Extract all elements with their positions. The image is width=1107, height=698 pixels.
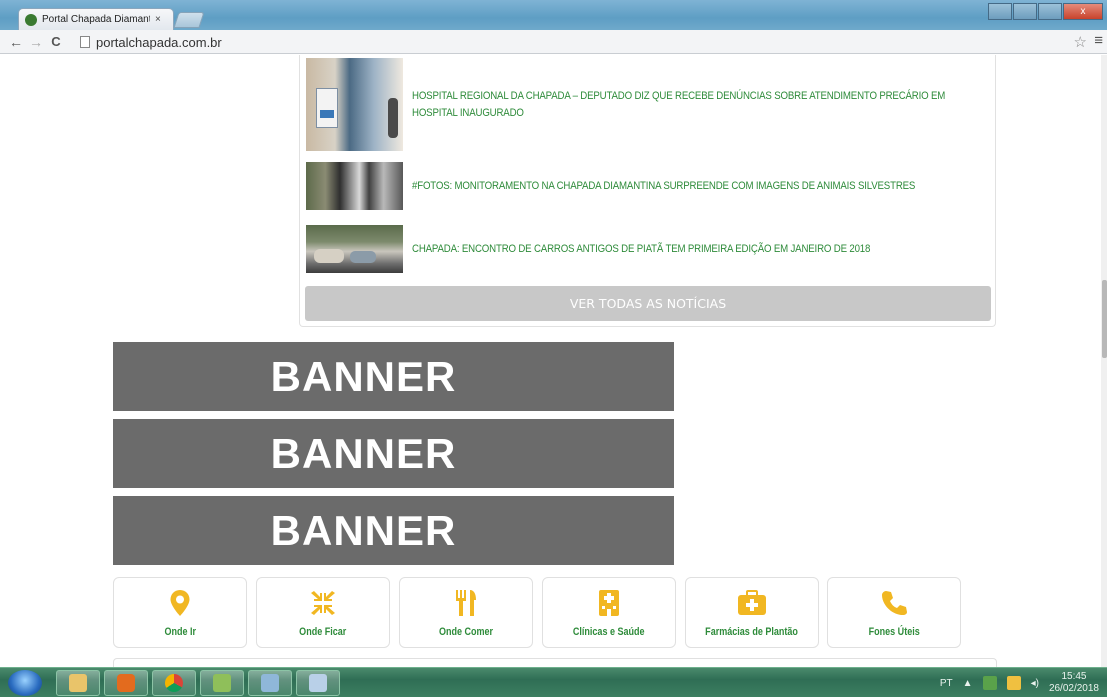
clock-time: 15:45 [1061, 671, 1087, 682]
hospital-building-icon [594, 588, 624, 618]
url-text[interactable]: portalchapada.com.br [96, 35, 222, 50]
next-section-box [113, 658, 997, 667]
chrome-icon [165, 674, 183, 692]
news-list: HOSPITAL REGIONAL DA CHAPADA – DEPUTADO … [299, 55, 996, 327]
taskbar-paint[interactable] [200, 670, 244, 696]
page-scrollbar[interactable] [1101, 55, 1107, 667]
service-label: Onde Ficar [299, 626, 347, 638]
page-icon [80, 36, 90, 48]
taskbar: PT ▲ ◂) 15:45 26/02/2018 [0, 667, 1107, 697]
site-favicon-icon [25, 13, 37, 26]
language-indicator[interactable]: PT [940, 678, 953, 689]
news-item[interactable]: #FOTOS: MONITORAMENTO NA CHAPADA DIAMANT… [306, 162, 1032, 210]
file-explorer-icon [69, 674, 87, 692]
compress-arrows-icon [308, 588, 338, 618]
browser-toolbar: ← → C portalchapada.com.br ☆ ≡ [0, 30, 1107, 54]
service-tile-onde-ir[interactable]: Onde Ir [113, 577, 247, 648]
news-item[interactable]: HOSPITAL REGIONAL DA CHAPADA – DEPUTADO … [306, 58, 1032, 151]
page-viewport: HOSPITAL REGIONAL DA CHAPADA – DEPUTADO … [0, 55, 1107, 667]
banner[interactable]: BANNER [113, 496, 674, 565]
banner[interactable]: BANNER [113, 419, 674, 488]
phone-icon [879, 588, 909, 618]
service-tile-farmacias[interactable]: Farmácias de Plantão [685, 577, 819, 648]
reload-button[interactable]: C [46, 34, 66, 49]
service-tile-onde-comer[interactable]: Onde Comer [399, 577, 533, 648]
document-icon [261, 674, 279, 692]
taskbar-chrome[interactable] [152, 670, 196, 696]
clock-date: 26/02/2018 [1048, 683, 1099, 694]
news-thumbnail[interactable] [306, 162, 403, 210]
fork-knife-icon [451, 588, 481, 618]
taskbar-app[interactable] [248, 670, 292, 696]
news-thumbnail[interactable] [306, 58, 403, 151]
news-title[interactable]: CHAPADA: ENCONTRO DE CARROS ANTIGOS DE P… [412, 241, 958, 258]
system-tray: PT ▲ ◂) 15:45 26/02/2018 [940, 668, 1107, 698]
scrollbar-thumb[interactable] [1102, 280, 1107, 358]
service-label: Onde Ir [164, 626, 196, 638]
maximize-button[interactable] [1038, 3, 1062, 20]
news-title[interactable]: HOSPITAL REGIONAL DA CHAPADA – DEPUTADO … [412, 88, 958, 122]
browser-tab[interactable]: Portal Chapada Diamantii × [18, 8, 174, 30]
service-tile-fones[interactable]: Fones Úteis [827, 577, 961, 648]
service-label: Farmácias de Plantão [705, 626, 799, 638]
banner[interactable]: BANNER [113, 342, 674, 411]
media-player-icon [117, 674, 135, 692]
service-tile-onde-ficar[interactable]: Onde Ficar [256, 577, 390, 648]
browser-menu-icon[interactable]: ≡ [1094, 32, 1103, 49]
pencil-icon [309, 674, 327, 692]
first-aid-kit-icon [737, 588, 767, 618]
taskbar-app[interactable] [296, 670, 340, 696]
address-bar[interactable]: portalchapada.com.br [80, 33, 1070, 51]
banner-text: BANNER [270, 429, 457, 477]
volume-icon[interactable]: ◂) [1031, 678, 1039, 689]
map-pin-icon [165, 588, 195, 618]
news-thumbnail[interactable] [306, 225, 403, 273]
service-tile-clinicas[interactable]: Clínicas e Saúde [542, 577, 676, 648]
paint-icon [213, 674, 231, 692]
show-hidden-icons[interactable]: ▲ [963, 678, 973, 689]
start-button[interactable] [8, 670, 42, 696]
service-label: Clínicas e Saúde [573, 626, 645, 638]
forward-button[interactable]: → [26, 34, 46, 50]
taskbar-media-player[interactable] [104, 670, 148, 696]
news-title[interactable]: #FOTOS: MONITORAMENTO NA CHAPADA DIAMANT… [412, 178, 958, 195]
service-label: Fones Úteis [868, 626, 920, 638]
bookmark-star-icon[interactable]: ☆ [1074, 33, 1087, 51]
view-all-news-button[interactable]: VER TODAS AS NOTÍCIAS [305, 286, 991, 321]
window-titlebar: Portal Chapada Diamantii × x [0, 0, 1107, 30]
close-window-button[interactable]: x [1063, 3, 1103, 20]
news-item[interactable]: CHAPADA: ENCONTRO DE CARROS ANTIGOS DE P… [306, 225, 1032, 273]
new-tab-button[interactable] [173, 12, 205, 28]
user-profile-icon[interactable] [988, 3, 1012, 20]
tray-app-icon[interactable] [982, 676, 997, 690]
banner-text: BANNER [270, 352, 457, 400]
minimize-button[interactable] [1013, 3, 1037, 20]
tab-title: Portal Chapada Diamantii [42, 14, 150, 25]
tab-close-icon[interactable]: × [155, 14, 161, 25]
taskbar-explorer[interactable] [56, 670, 100, 696]
window-controls: x [988, 3, 1103, 20]
banner-text: BANNER [270, 506, 457, 554]
tray-app-icon[interactable] [1006, 676, 1021, 690]
clock[interactable]: 15:45 26/02/2018 [1049, 671, 1099, 695]
service-label: Onde Comer [438, 626, 494, 638]
back-button[interactable]: ← [6, 34, 26, 50]
